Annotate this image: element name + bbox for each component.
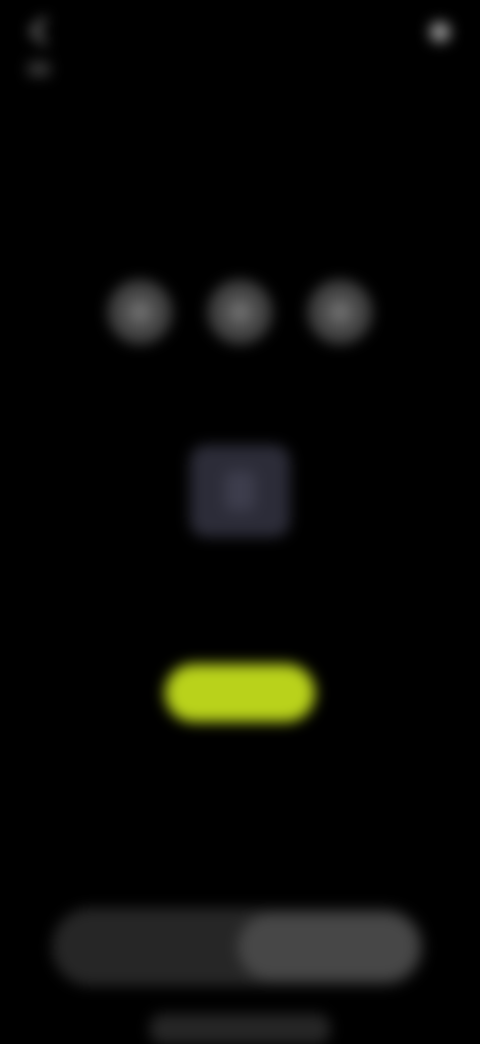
option-2-icon (208, 280, 272, 344)
header-action-button[interactable] (350, 18, 450, 46)
option-1-icon (108, 280, 172, 344)
empty-state-icon (190, 445, 290, 537)
document-icon (225, 471, 255, 511)
segment-right[interactable] (238, 914, 418, 980)
app-screen (0, 0, 480, 1044)
option-3-icon (308, 280, 372, 344)
back-button[interactable] (22, 14, 122, 48)
options-row (100, 280, 380, 400)
header-subtitle-placeholder (28, 62, 50, 76)
option-2[interactable] (200, 280, 280, 400)
primary-action-button[interactable] (165, 664, 315, 722)
option-3[interactable] (300, 280, 380, 400)
option-1[interactable] (100, 280, 180, 400)
chevron-left-icon (29, 16, 59, 46)
segmented-control (52, 908, 424, 986)
segment-left[interactable] (52, 908, 232, 986)
menu-icon (430, 22, 450, 42)
